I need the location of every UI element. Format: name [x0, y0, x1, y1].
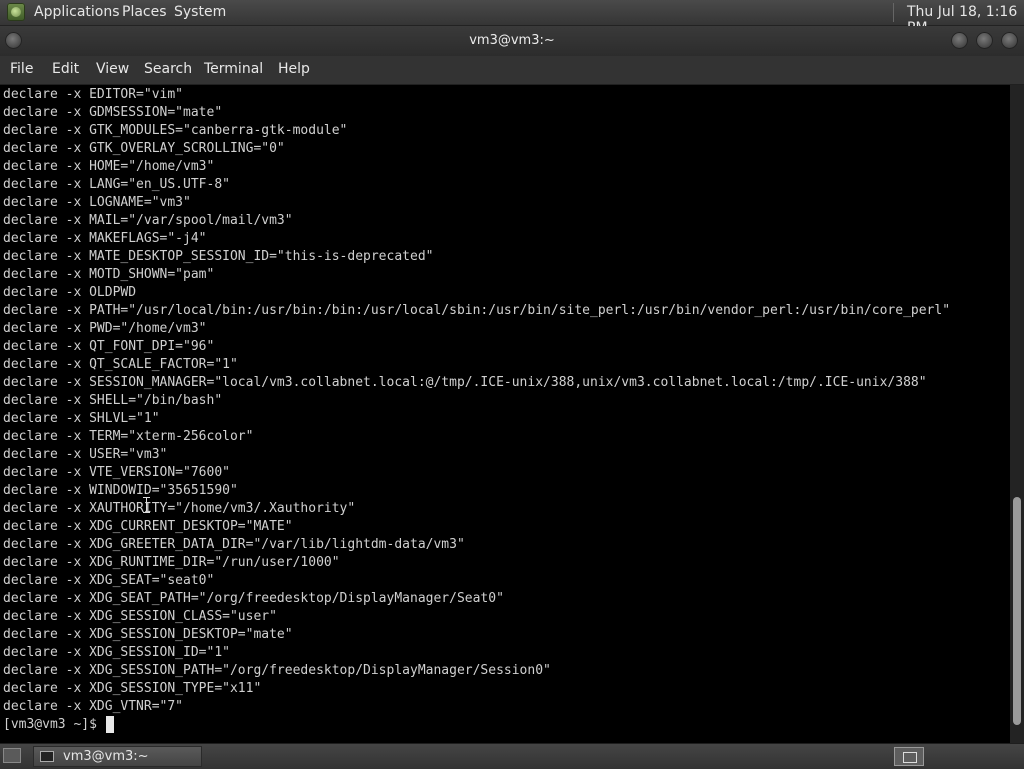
top-panel: Applications Places System Thu Jul 18, 1…: [0, 0, 1024, 36]
terminal-line: declare -x MATE_DESKTOP_SESSION_ID="this…: [3, 249, 434, 264]
window-title: vm3@vm3:~: [469, 33, 555, 48]
terminal-line: declare -x SHLVL="1": [3, 411, 160, 426]
terminal-line: declare -x QT_FONT_DPI="96": [3, 339, 215, 354]
terminal-line: declare -x MAIL="/var/spool/mail/vm3": [3, 213, 293, 228]
scrollbar-thumb[interactable]: [1013, 497, 1021, 725]
terminal-line: declare -x XDG_SESSION_TYPE="x11": [3, 681, 262, 696]
places-menu[interactable]: Places: [122, 4, 167, 20]
terminal-line: declare -x HOME="/home/vm3": [3, 159, 215, 174]
terminal-line: declare -x USER="vm3": [3, 447, 168, 462]
terminal-line: declare -x XDG_VTNR="7": [3, 699, 184, 714]
text-cursor: [106, 716, 114, 733]
system-menu[interactable]: System: [174, 4, 226, 20]
terminal-line: declare -x PATH="/usr/local/bin:/usr/bin…: [3, 303, 951, 318]
terminal-line: declare -x XDG_SESSION_PATH="/org/freede…: [3, 663, 551, 678]
terminal-line: declare -x OLDPWD: [3, 285, 137, 300]
window-titlebar[interactable]: vm3@vm3:~: [0, 26, 1024, 56]
menu-terminal[interactable]: Terminal: [204, 61, 263, 77]
terminal-line: declare -x XDG_SEAT_PATH="/org/freedeskt…: [3, 591, 504, 606]
terminal-line: declare -x SHELL="/bin/bash": [3, 393, 223, 408]
terminal-scrollbar[interactable]: [1010, 85, 1024, 743]
window-menu-icon[interactable]: [5, 32, 22, 49]
terminal-line: declare -x XDG_SESSION_CLASS="user": [3, 609, 277, 624]
terminal-line: declare -x XDG_SESSION_DESKTOP="mate": [3, 627, 293, 642]
terminal-line: declare -x XDG_SESSION_ID="1": [3, 645, 230, 660]
maximize-icon[interactable]: [976, 32, 993, 49]
terminal-line: declare -x TERM="xterm-256color": [3, 429, 254, 444]
taskbar-window-label: vm3@vm3:~: [63, 749, 149, 764]
terminal-line: declare -x MOTD_SHOWN="pam": [3, 267, 215, 282]
terminal-line: declare -x SESSION_MANAGER="local/vm3.co…: [3, 375, 927, 390]
show-desktop-icon[interactable]: [3, 748, 21, 763]
terminal-output[interactable]: declare -x EDITOR="vim" declare -x GDMSES…: [0, 85, 1010, 743]
mate-logo-icon[interactable]: [7, 3, 25, 21]
bottom-panel: vm3@vm3:~: [0, 743, 1024, 769]
terminal-line: declare -x WINDOWID="35651590": [3, 483, 238, 498]
menu-help[interactable]: Help: [278, 61, 310, 77]
panel-separator: [893, 3, 894, 22]
terminal-line: declare -x GTK_OVERLAY_SCROLLING="0": [3, 141, 285, 156]
terminal-menubar: File Edit View Search Terminal Help: [0, 56, 1024, 85]
terminal-line: declare -x XDG_SEAT="seat0": [3, 573, 215, 588]
terminal-line: declare -x GDMSESSION="mate": [3, 105, 223, 120]
taskbar-window-button[interactable]: vm3@vm3:~: [33, 746, 202, 767]
terminal-icon: [40, 751, 54, 762]
menu-file[interactable]: File: [10, 61, 33, 77]
terminal-line: declare -x LOGNAME="vm3": [3, 195, 191, 210]
terminal-line: declare -x GTK_MODULES="canberra-gtk-mod…: [3, 123, 348, 138]
menu-edit[interactable]: Edit: [52, 61, 79, 77]
workspace-switcher-icon[interactable]: [894, 747, 924, 766]
terminal-line: declare -x QT_SCALE_FACTOR="1": [3, 357, 238, 372]
menu-view[interactable]: View: [96, 61, 129, 77]
applications-menu[interactable]: Applications: [34, 4, 120, 20]
terminal-line: declare -x VTE_VERSION="7600": [3, 465, 230, 480]
shell-prompt: [vm3@vm3 ~]$: [3, 717, 105, 732]
terminal-line: declare -x PWD="/home/vm3": [3, 321, 207, 336]
terminal-line: declare -x LANG="en_US.UTF-8": [3, 177, 230, 192]
terminal-line: declare -x XDG_GREETER_DATA_DIR="/var/li…: [3, 537, 465, 552]
terminal-line: declare -x EDITOR="vim": [3, 87, 184, 102]
ibeam-pointer-icon: [143, 497, 150, 513]
terminal-line: declare -x XDG_RUNTIME_DIR="/run/user/10…: [3, 555, 340, 570]
terminal-line: declare -x XAUTHORITY="/home/vm3/.Xautho…: [3, 501, 356, 516]
minimize-icon[interactable]: [951, 32, 968, 49]
menu-search[interactable]: Search: [144, 61, 192, 77]
close-icon[interactable]: [1001, 32, 1018, 49]
terminal-line: declare -x MAKEFLAGS="-j4": [3, 231, 207, 246]
terminal-line: declare -x XDG_CURRENT_DESKTOP="MATE": [3, 519, 293, 534]
